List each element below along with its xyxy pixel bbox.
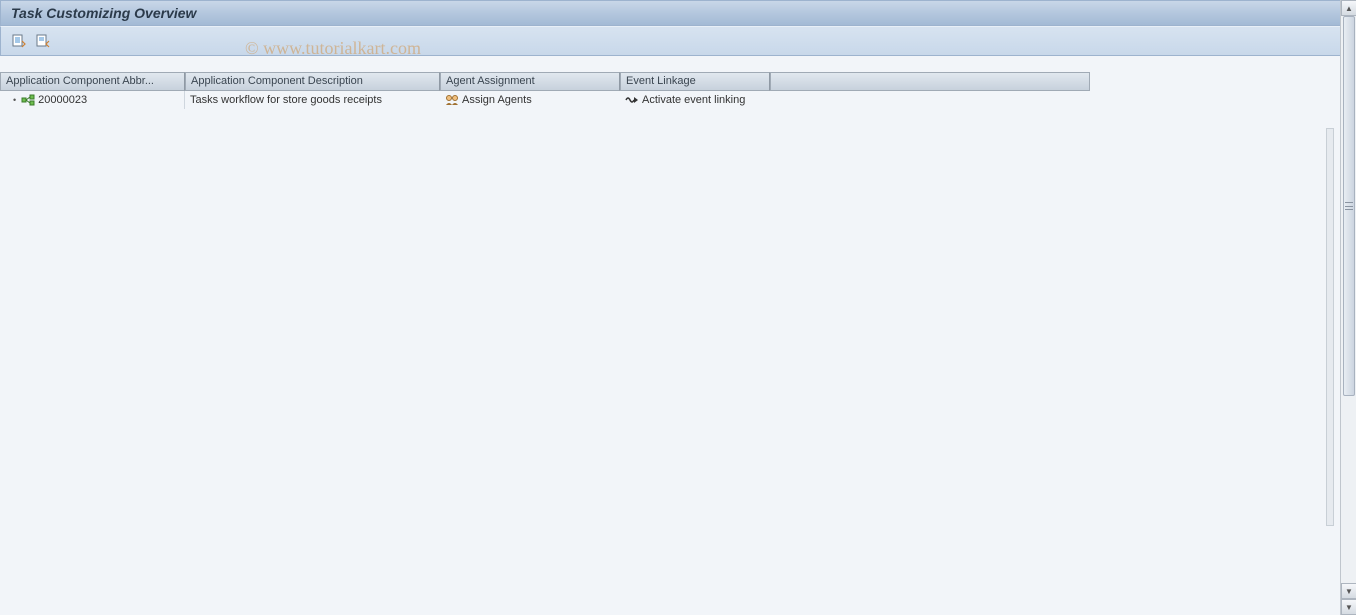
column-header-agent[interactable]: Agent Assignment — [440, 72, 620, 91]
column-header-abbr[interactable]: Application Component Abbr... — [0, 72, 185, 91]
assign-agents-icon — [445, 93, 459, 107]
table-body: • 20000023 Tasks workflow for store good… — [0, 91, 1323, 615]
cell-event-linkage[interactable]: Activate event linking — [620, 92, 770, 108]
table-header-row: Application Component Abbr... Applicatio… — [0, 72, 1323, 91]
page-title: Task Customizing Overview — [11, 5, 196, 21]
activate-event-icon — [625, 93, 639, 107]
table-row[interactable]: • 20000023 Tasks workflow for store good… — [0, 91, 1323, 109]
collapse-all-button[interactable] — [33, 31, 53, 51]
scroll-up-button[interactable]: ▲ — [1341, 0, 1356, 16]
scroll-end-button[interactable]: ▼ — [1341, 599, 1356, 615]
column-header-description[interactable]: Application Component Description — [185, 72, 440, 91]
tree-bullet-icon: • — [13, 95, 16, 105]
cell-agent-text: Assign Agents — [462, 94, 532, 106]
title-bar: Task Customizing Overview — [0, 0, 1356, 26]
scroll-thumb[interactable] — [1343, 16, 1355, 396]
cell-agent-assignment[interactable]: Assign Agents — [440, 92, 620, 108]
column-header-event-linkage[interactable]: Event Linkage — [620, 72, 770, 91]
cell-event-text: Activate event linking — [642, 94, 745, 106]
tree-table: Application Component Abbr... Applicatio… — [0, 72, 1323, 615]
scroll-down-button[interactable]: ▼ — [1341, 583, 1356, 599]
cell-description: Tasks workflow for store goods receipts — [185, 93, 440, 107]
expand-tree-icon — [12, 34, 26, 48]
collapse-tree-icon — [36, 34, 50, 48]
content-area: Application Component Abbr... Applicatio… — [0, 56, 1356, 615]
expand-all-button[interactable] — [9, 31, 29, 51]
vertical-scrollbar[interactable]: ▲ ▼ ▼ — [1340, 0, 1356, 615]
cell-abbr: • 20000023 — [0, 91, 185, 109]
inner-scrollbar[interactable] — [1326, 128, 1334, 526]
toolbar — [0, 26, 1356, 56]
workflow-node-icon — [21, 93, 35, 107]
cell-abbr-text: 20000023 — [38, 94, 87, 106]
column-header-filler — [770, 72, 1090, 91]
